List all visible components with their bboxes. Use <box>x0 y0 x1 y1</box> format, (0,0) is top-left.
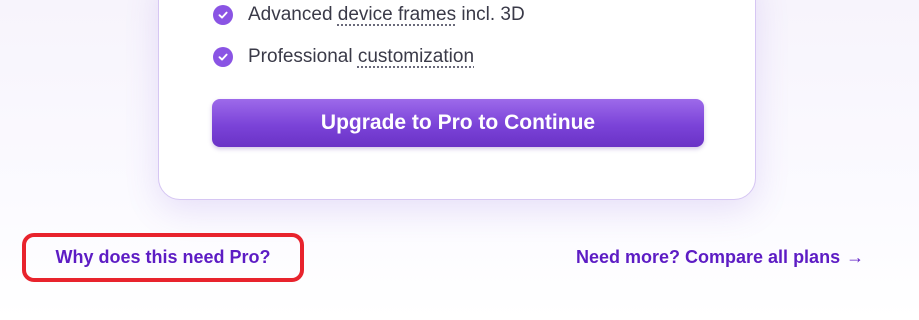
feature-prefix: Advanced <box>248 4 338 25</box>
feature-text: Professional customization <box>248 46 474 68</box>
why-pro-link-label: Why does this need Pro? <box>55 247 271 267</box>
upgrade-to-pro-button[interactable]: Upgrade to Pro to Continue <box>212 99 704 147</box>
compare-plans-label: Need more? Compare all plans <box>576 247 841 267</box>
feature-item-customization: Professional customization <box>213 45 474 69</box>
check-circle-icon <box>213 5 233 25</box>
arrow-right-icon: → <box>846 247 865 267</box>
feature-item-device-frames: Advanced device frames incl. 3D <box>213 3 525 27</box>
compare-plans-link[interactable]: Need more? Compare all plans → <box>576 247 864 268</box>
why-pro-link[interactable]: Why does this need Pro? <box>22 233 304 282</box>
feature-prefix: Professional <box>248 46 358 67</box>
feature-tooltip-term[interactable]: device frames <box>338 4 456 25</box>
feature-text: Advanced device frames incl. 3D <box>248 4 525 26</box>
feature-tooltip-term[interactable]: customization <box>358 46 474 67</box>
feature-suffix: incl. 3D <box>456 4 525 25</box>
check-circle-icon <box>213 47 233 67</box>
upgrade-card: Advanced device frames incl. 3D Professi… <box>158 0 756 200</box>
